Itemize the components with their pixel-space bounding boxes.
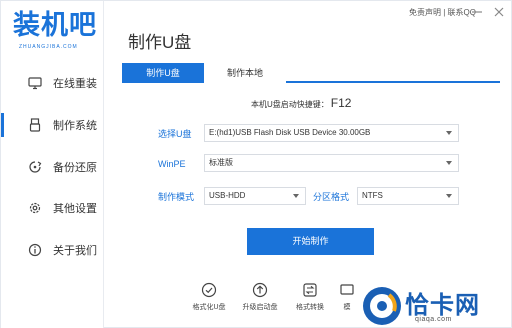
upgrade-icon	[252, 282, 268, 298]
sidebar-item-label: 备份还原	[53, 162, 97, 174]
partition-label: 分区格式	[313, 192, 350, 202]
sidebar-item-other-settings[interactable]: 其他设置	[1, 194, 104, 224]
sidebar-item-label: 关于我们	[53, 245, 97, 257]
winpe-select-value: 标准版	[209, 158, 233, 167]
usb-select-label: 选择U盘	[158, 129, 192, 139]
logo-text: 装机吧	[13, 10, 97, 41]
close-icon[interactable]	[493, 6, 505, 18]
watermark-logo-icon	[363, 287, 401, 325]
watermark: 恰卡网 qiaqa.com	[355, 283, 512, 328]
tool-label: 格式转换	[296, 304, 324, 311]
check-circle-icon	[201, 282, 217, 298]
hotkey-key: F12	[330, 96, 352, 110]
partition-select[interactable]: NTFS	[357, 187, 459, 205]
hotkey-info: 本机U盘启动快捷键： F12	[251, 96, 351, 112]
sidebar-item-make-system[interactable]: 制作系统	[1, 111, 104, 141]
monitor-icon	[28, 77, 42, 90]
logo-subtext: ZHUANGJIBA.COM	[19, 44, 78, 50]
disclaimer-link[interactable]: 免责声明 | 联系QQ	[409, 7, 476, 18]
chevron-down-icon	[446, 161, 452, 165]
watermark-text: 恰卡网	[405, 291, 480, 319]
brand-logo: 装机吧 ZHUANGJIBA.COM	[13, 10, 97, 55]
tab-bar: 制作U盘 制作本地	[122, 63, 500, 83]
app-window: 装机吧 ZHUANGJIBA.COM 在线重装 制作系统 备份还原 其他设置 关…	[0, 0, 512, 328]
sidebar-item-label: 其他设置	[53, 203, 97, 215]
convert-icon	[303, 283, 317, 297]
sidebar-item-backup-restore[interactable]: 备份还原	[1, 153, 104, 183]
tab-make-usb[interactable]: 制作U盘	[122, 63, 204, 83]
winpe-label: WinPE	[158, 159, 186, 169]
mode-select-value: USB-HDD	[209, 191, 246, 200]
start-make-button[interactable]: 开始制作	[247, 228, 374, 255]
tool-label: 升级启动盘	[242, 304, 278, 311]
sidebar-item-about-us[interactable]: 关于我们	[1, 236, 104, 266]
minimize-icon[interactable]	[471, 7, 483, 17]
tool-upgrade-boot-disk[interactable]: 升级启动盘	[235, 282, 285, 322]
tab-make-local[interactable]: 制作本地	[204, 63, 286, 83]
usb-select[interactable]: E:(hd1)USB Flash Disk USB Device 30.00GB	[204, 124, 459, 142]
usb-select-value: E:(hd1)USB Flash Disk USB Device 30.00GB	[209, 128, 371, 137]
simulate-icon	[340, 284, 354, 295]
backup-icon	[29, 161, 42, 173]
partition-select-value: NTFS	[362, 191, 383, 200]
chevron-down-icon	[446, 131, 452, 135]
sidebar: 装机吧 ZHUANGJIBA.COM 在线重装 制作系统 备份还原 其他设置 关…	[1, 1, 104, 328]
watermark-url: qiaqa.com	[415, 316, 452, 323]
mode-select[interactable]: USB-HDD	[204, 187, 306, 205]
tool-format-convert[interactable]: 格式转换	[285, 282, 335, 322]
hotkey-label: 本机U盘启动快捷键：	[251, 100, 329, 109]
usb-drive-icon	[29, 118, 41, 132]
page-title: 制作U盘	[128, 33, 192, 52]
chevron-down-icon	[293, 194, 299, 198]
sidebar-item-online-reinstall[interactable]: 在线重装	[1, 69, 104, 99]
tool-format-usb[interactable]: 格式化U盘	[184, 282, 234, 322]
winpe-select[interactable]: 标准版	[204, 154, 459, 172]
sidebar-item-label: 制作系统	[53, 120, 97, 132]
info-icon	[28, 243, 42, 257]
tool-label: 格式化U盘	[192, 304, 226, 311]
sidebar-item-label: 在线重装	[53, 78, 97, 90]
mode-label: 制作模式	[158, 192, 195, 202]
gear-icon	[29, 202, 41, 214]
chevron-down-icon	[446, 194, 452, 198]
